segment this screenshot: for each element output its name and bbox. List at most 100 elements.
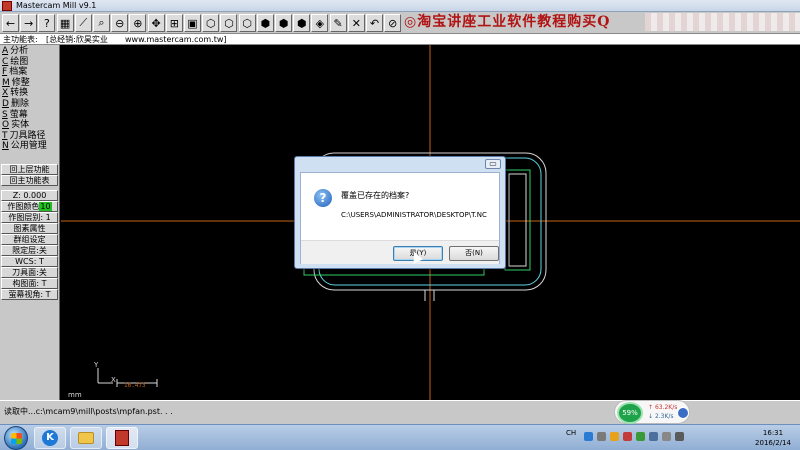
top-view-button[interactable]: ⬡ xyxy=(202,14,220,32)
shade-button[interactable]: ⬢ xyxy=(293,14,311,32)
delete-icon: ✕ xyxy=(351,16,361,30)
repaint-button[interactable]: ▣ xyxy=(184,14,201,32)
cube-view-icon: ⬢ xyxy=(278,16,289,30)
back-arrow-icon: ← xyxy=(5,16,16,30)
menu-item-x[interactable]: X 转换 xyxy=(2,88,58,99)
forward-arrow-button[interactable]: → xyxy=(20,14,38,32)
speed-ball-icon[interactable] xyxy=(677,407,689,419)
level-button[interactable]: 作图层别: 1 xyxy=(1,212,58,223)
menu-item-label: 刀具路径 xyxy=(9,130,46,141)
tray-help-icon[interactable] xyxy=(610,432,619,441)
undo-button[interactable]: ↶ xyxy=(366,14,383,32)
help-button[interactable]: ? xyxy=(38,14,56,32)
network-gauge: 59% xyxy=(617,402,643,424)
delete-button[interactable]: ✕ xyxy=(347,14,365,32)
back-menu-button[interactable]: 回上层功能 xyxy=(1,164,58,175)
status-text: 读取中...c:\mcam9\mill\posts\mpfan.pst. . . xyxy=(4,407,173,416)
menu-item-d[interactable]: D 删除 xyxy=(2,99,58,110)
menu-item-label: 实体 xyxy=(11,120,30,131)
menu-item-label: 转换 xyxy=(10,88,29,99)
construction-plane-button[interactable]: 构图面: T xyxy=(1,278,58,289)
back-arrow-button[interactable]: ← xyxy=(2,14,19,32)
title-bar[interactable]: Mastercam Mill v9.1 xyxy=(0,0,800,12)
menu-item-label: 公用管理 xyxy=(10,141,47,152)
edit-pencil-button[interactable]: ✎ xyxy=(329,14,347,32)
tray-security-icon[interactable] xyxy=(623,432,632,441)
dialog-body: ? 覆盖已存在的档案? C:\USERS\ADMINISTRATOR\DESKT… xyxy=(300,172,500,264)
zoom-window-button[interactable]: ⌕ xyxy=(93,14,110,32)
calculator-button[interactable]: ▦ xyxy=(56,14,74,32)
tray-volume-icon[interactable] xyxy=(675,432,684,441)
dialog-button-bar: 是(Y) 否(N) xyxy=(301,240,499,264)
tray-green-icon[interactable] xyxy=(636,432,645,441)
dialog-message: 覆盖已存在的档案? xyxy=(341,191,410,200)
kugou-icon: K xyxy=(42,430,58,446)
color-label: 作图颜色 xyxy=(7,202,40,211)
menu-header: 主功能表: [总经销:欣昊实业 www.mastercam.com.tw] xyxy=(0,34,800,45)
side-view-button[interactable]: ⬡ xyxy=(238,14,256,32)
zoom-out-button[interactable]: ⊖ xyxy=(111,14,129,32)
dialog-file-path: C:\USERS\ADMINISTRATOR\DESKTOP\T.NC xyxy=(341,211,487,219)
tray-network-icon[interactable] xyxy=(649,432,658,441)
download-speed: ↓ 2.3K/s xyxy=(648,413,674,420)
menu-item-c[interactable]: C 绘图 xyxy=(2,57,58,68)
front-view-button[interactable]: ⬡ xyxy=(220,14,238,32)
tray-input-icon[interactable] xyxy=(584,432,593,441)
no-button[interactable]: 否(N) xyxy=(449,246,499,261)
zoom-in-button[interactable]: ⊕ xyxy=(129,14,147,32)
taskbar-mastercam-button[interactable] xyxy=(106,427,138,449)
tray-keyboard-icon[interactable] xyxy=(597,432,606,441)
pan-button[interactable]: ✥ xyxy=(147,14,165,32)
front-view-icon: ⬡ xyxy=(224,16,234,30)
question-icon: ? xyxy=(314,189,332,207)
side-view-icon: ⬡ xyxy=(242,16,252,30)
taskbar-explorer-button[interactable] xyxy=(70,427,102,449)
forward-arrow-icon: → xyxy=(24,16,34,30)
menu-item-label: 绘图 xyxy=(10,56,29,67)
color-button[interactable]: 作图颜色10 xyxy=(1,201,58,212)
screen-view-button[interactable]: 萤幕视角: T xyxy=(1,289,58,300)
menu-item-f[interactable]: F 档案 xyxy=(2,67,58,78)
iso-view-button[interactable]: ⬢ xyxy=(256,14,274,32)
pan-icon: ✥ xyxy=(151,16,161,30)
menu-item-key: D xyxy=(2,99,9,109)
desktop: Mastercam Mill v9.1 ← →? ▦ ⟋ ⌕ ⊖ ⊕ ✥ ⊞ ▣ ⬡ ⬡ ⬡ ⬢ ⬢ ⬢ ◈ ✎ ✕… xyxy=(0,0,800,450)
attributes-button[interactable]: 图素属性 xyxy=(1,223,58,234)
menu-item-s[interactable]: S 萤幕 xyxy=(2,110,58,121)
overwrite-confirm-dialog: ▭ ? 覆盖已存在的档案? C:\USERS\ADMINISTRATOR\DES… xyxy=(294,156,506,269)
menu-item-key: N xyxy=(2,141,9,152)
windows-logo-icon xyxy=(11,433,22,444)
download-speed-value: 2.3K/s xyxy=(654,413,674,420)
dialog-close-button[interactable]: ▭ xyxy=(485,159,501,169)
menu-item-label: 删除 xyxy=(10,99,29,109)
line-tool-button[interactable]: ⟋ xyxy=(74,14,92,32)
menu-item-n[interactable]: N 公用管理 xyxy=(2,141,58,152)
wcs-button[interactable]: WCS: T xyxy=(1,256,58,267)
mastercam-app-icon[interactable] xyxy=(2,1,12,11)
tray-language[interactable]: CH xyxy=(566,429,576,437)
calculator-icon: ▦ xyxy=(59,16,71,30)
group-button[interactable]: 群组设定 xyxy=(1,234,58,245)
cube-view-button[interactable]: ⬢ xyxy=(275,14,292,32)
menu-item-o[interactable]: O 实体 xyxy=(2,120,58,131)
no-entry-button[interactable]: ⊘ xyxy=(384,14,402,32)
menu-item-a[interactable]: A 分析 xyxy=(2,46,58,57)
menu-item-key: S xyxy=(2,109,8,120)
taskbar-kugou-button[interactable]: K xyxy=(34,427,66,449)
fit-view-button[interactable]: ⊞ xyxy=(165,14,183,32)
main-menu-button[interactable]: 回主功能表 xyxy=(1,175,58,186)
network-monitor-widget[interactable]: 59% ↑ 63.2K/s ↓ 2.3K/s xyxy=(614,400,690,424)
tray-flag-icon[interactable] xyxy=(662,432,671,441)
z-depth-button[interactable]: Z: 0.000 xyxy=(1,190,58,201)
scale-value: 16.473 xyxy=(124,382,146,389)
menu-item-key: A xyxy=(2,46,9,56)
shade-icon: ⬢ xyxy=(296,16,307,30)
tool-plane-button[interactable]: 刀具面:关 xyxy=(1,267,58,278)
repaint-icon: ▣ xyxy=(187,16,198,30)
menu-item-key: O xyxy=(2,120,10,131)
system-clock[interactable]: 16:31 2016/2/14 xyxy=(748,428,798,448)
menu-item-label: 修整 xyxy=(11,77,30,88)
limit-level-button[interactable]: 限定层:关 xyxy=(1,245,58,256)
start-button[interactable] xyxy=(4,426,28,450)
wireframe-button[interactable]: ◈ xyxy=(311,14,329,32)
